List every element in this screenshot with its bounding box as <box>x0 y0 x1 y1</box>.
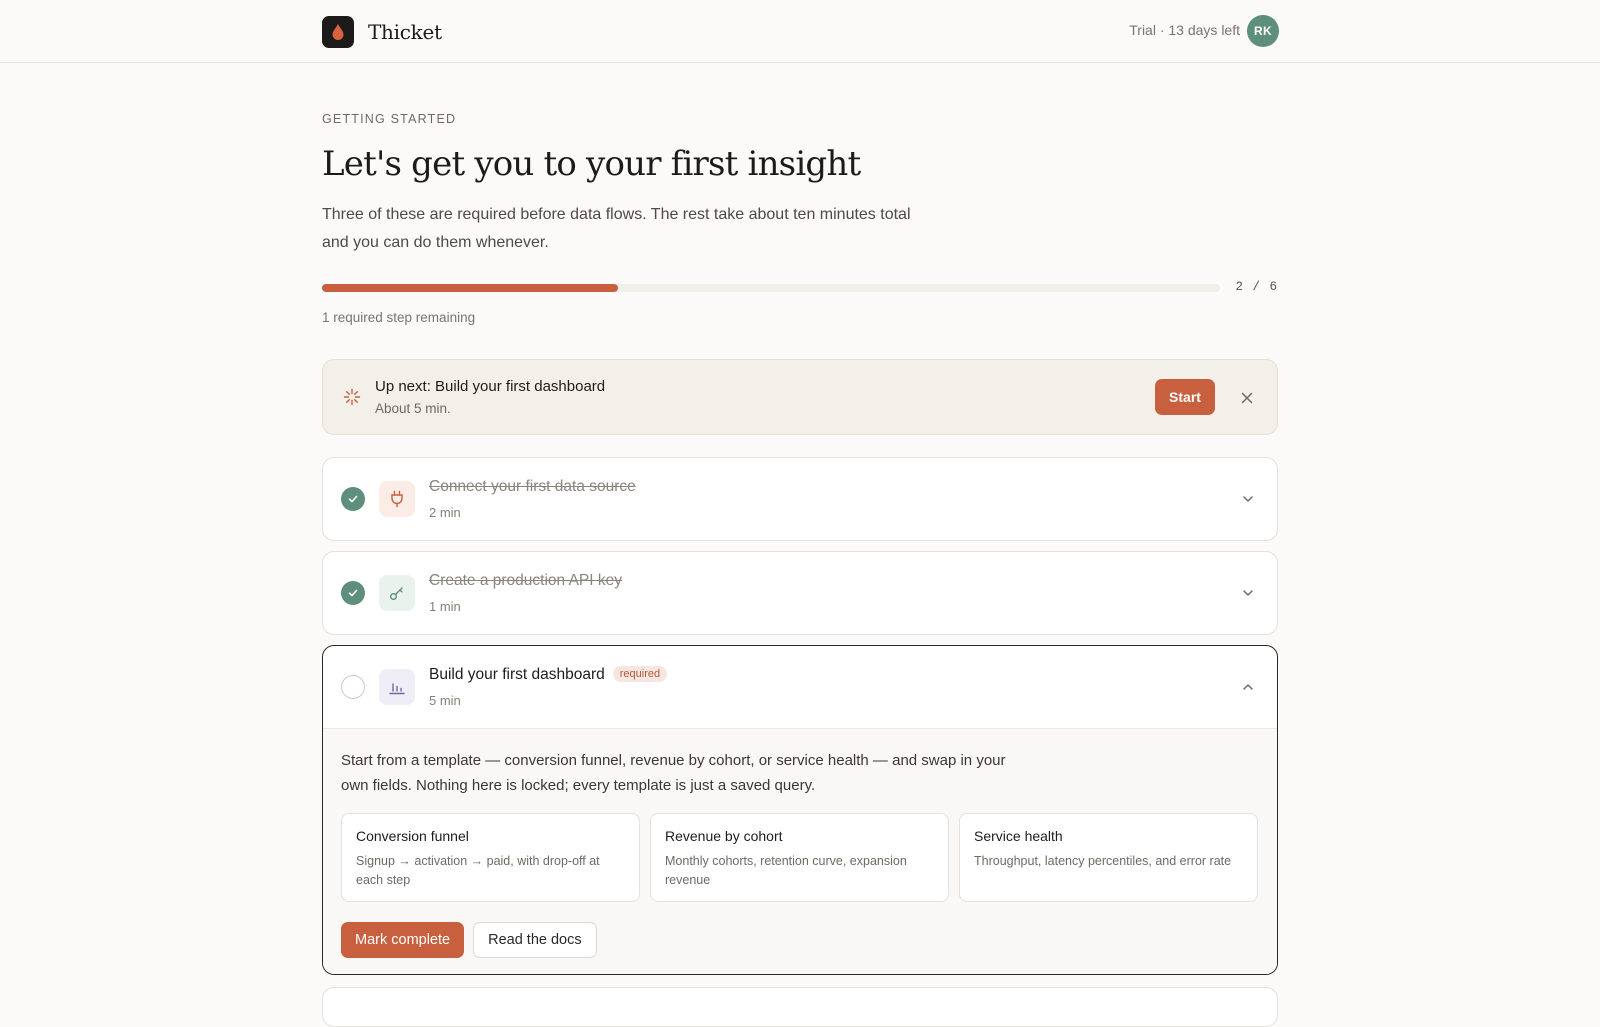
step-connect-data-source[interactable]: Connect your first data source 2 min <box>322 457 1278 541</box>
plug-icon <box>379 481 415 517</box>
step-collapsed-next[interactable] <box>322 987 1278 1027</box>
template-card-revenue-by-cohort[interactable]: Revenue by cohort Monthly cohorts, reten… <box>650 813 949 902</box>
sparkle-icon <box>343 388 361 411</box>
app-name: Thicket <box>368 20 442 44</box>
page-title: Let's get you to your first insight <box>322 144 861 184</box>
step-header[interactable]: Create a production API key 1 min <box>323 552 1277 634</box>
start-button[interactable]: Start <box>1155 379 1215 415</box>
thicket-logo-icon <box>322 16 354 48</box>
up-next-duration: About 5 min. <box>375 401 451 416</box>
check-icon <box>341 581 365 605</box>
step-description: Start from a template — conversion funne… <box>341 752 1006 794</box>
step-actions: Mark complete Read the docs <box>341 922 597 958</box>
check-icon <box>341 487 365 511</box>
brand[interactable]: Thicket <box>322 16 442 48</box>
step-title-text: Build your first dashboard <box>429 666 605 683</box>
page-subtitle: Three of these are required before data … <box>322 206 911 251</box>
trial-status: Trial · 13 days left <box>1129 22 1240 38</box>
template-name: Conversion funnel <box>356 828 469 844</box>
up-next-banner: Up next: Build your first dashboard Abou… <box>322 359 1278 435</box>
step-title: Create a production API key <box>429 572 623 589</box>
progress-fill <box>322 284 619 292</box>
required-badge: required <box>612 666 668 682</box>
chevron-down-icon[interactable] <box>1241 586 1255 600</box>
template-list: Conversion funnel Signup → activation → … <box>341 813 1258 902</box>
template-name: Revenue by cohort <box>665 828 783 844</box>
step-duration: 1 min <box>429 599 461 614</box>
template-description: Signup → activation → paid, with drop-of… <box>356 854 600 887</box>
progress-count: 2 / 6 <box>1235 280 1278 294</box>
template-name: Service health <box>974 828 1063 844</box>
step-body: Start from a template — conversion funne… <box>323 728 1277 974</box>
bar-chart-icon <box>379 669 415 705</box>
step-header[interactable]: Build your first dashboard required 5 min <box>323 646 1277 728</box>
read-docs-button[interactable]: Read the docs <box>473 922 597 958</box>
close-icon[interactable] <box>1239 390 1255 406</box>
template-card-service-health[interactable]: Service health Throughput, latency perce… <box>959 813 1258 902</box>
template-description: Monthly cohorts, retention curve, expans… <box>665 854 907 887</box>
template-card-conversion-funnel[interactable]: Conversion funnel Signup → activation → … <box>341 813 640 902</box>
key-icon <box>379 575 415 611</box>
chevron-down-icon[interactable] <box>1241 492 1255 506</box>
step-title: Connect your first data source <box>429 478 636 495</box>
incomplete-circle-icon[interactable] <box>341 675 365 699</box>
mark-complete-button[interactable]: Mark complete <box>341 922 465 958</box>
up-next-title: Up next: Build your first dashboard <box>375 378 606 395</box>
user-avatar[interactable]: RK <box>1247 15 1279 47</box>
progress-bar <box>322 284 1220 292</box>
page-eyebrow: GETTING STARTED <box>322 112 457 126</box>
template-description: Throughput, latency percentiles, and err… <box>974 854 1232 868</box>
step-title: Build your first dashboard required <box>429 666 668 684</box>
step-header[interactable]: Connect your first data source 2 min <box>323 458 1277 540</box>
chevron-up-icon[interactable] <box>1241 680 1255 694</box>
top-bar: Thicket Trial · 13 days left RK <box>0 0 1600 63</box>
remaining-steps: 1 required step remaining <box>322 310 476 325</box>
step-create-api-key[interactable]: Create a production API key 1 min <box>322 551 1278 635</box>
step-duration: 5 min <box>429 693 461 708</box>
step-duration: 2 min <box>429 505 461 520</box>
step-build-dashboard[interactable]: Build your first dashboard required 5 min… <box>322 645 1278 975</box>
